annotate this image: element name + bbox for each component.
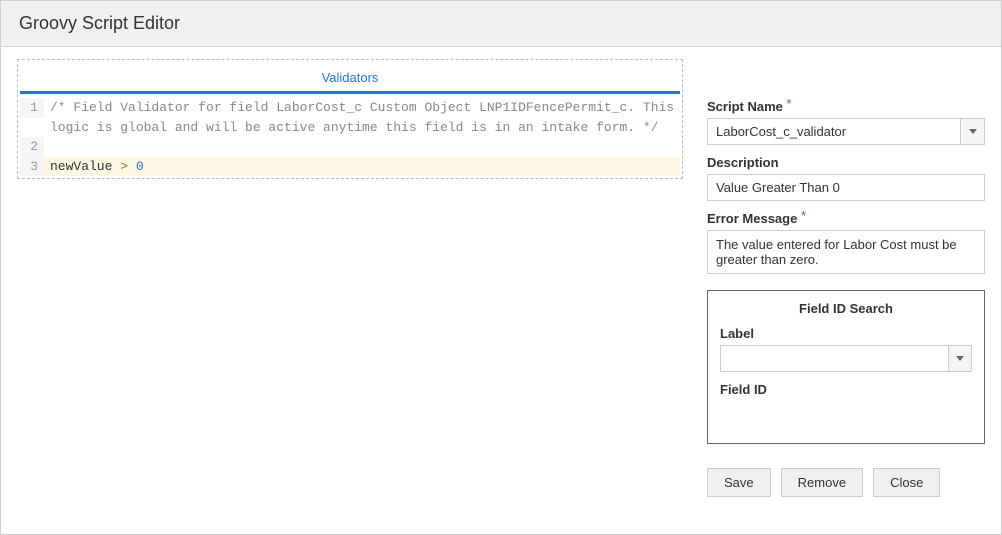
chevron-down-icon bbox=[956, 356, 964, 361]
field-id-search-title: Field ID Search bbox=[720, 301, 972, 316]
gutter-3: 3 bbox=[20, 157, 44, 177]
close-button[interactable]: Close bbox=[873, 468, 940, 497]
window-body: Validators 1 /* Field Validator for fiel… bbox=[1, 47, 1001, 534]
code-line-3: 3 newValue > 0 bbox=[20, 157, 680, 177]
field-id-search-box: Field ID Search Label Field ID bbox=[707, 290, 985, 444]
code-line-2: 2 bbox=[20, 137, 680, 157]
error-message-label-text: Error Message bbox=[707, 211, 797, 226]
label-dropdown-button[interactable] bbox=[949, 345, 972, 372]
error-message-label: Error Message * bbox=[707, 211, 985, 226]
description-input[interactable] bbox=[707, 174, 985, 201]
remove-button[interactable]: Remove bbox=[781, 468, 863, 497]
left-panel: Validators 1 /* Field Validator for fiel… bbox=[17, 59, 683, 518]
tok-num: 0 bbox=[136, 159, 144, 174]
error-message-value[interactable]: The value entered for Labor Cost must be… bbox=[707, 230, 985, 274]
tok-id: newValue bbox=[50, 159, 112, 174]
right-panel: Script Name * Description Error Message … bbox=[707, 59, 985, 518]
script-name-label-text: Script Name bbox=[707, 99, 783, 114]
description-label: Description bbox=[707, 155, 985, 170]
label-group: Label bbox=[720, 326, 972, 372]
required-star-icon: * bbox=[787, 96, 792, 111]
editor-window: Groovy Script Editor Validators 1 /* Fie… bbox=[0, 0, 1002, 535]
field-id-value bbox=[720, 401, 972, 425]
code-editor[interactable]: 1 /* Field Validator for field LaborCost… bbox=[20, 98, 680, 176]
field-id-label: Field ID bbox=[720, 382, 972, 397]
code-line-1: 1 /* Field Validator for field LaborCost… bbox=[20, 98, 680, 137]
label-input[interactable] bbox=[720, 345, 949, 372]
window-title: Groovy Script Editor bbox=[19, 13, 983, 34]
gutter-1: 1 bbox=[20, 98, 44, 118]
error-message-group: Error Message * The value entered for La… bbox=[707, 211, 985, 274]
tab-validators[interactable]: Validators bbox=[20, 62, 680, 94]
chevron-down-icon bbox=[969, 129, 977, 134]
script-name-input[interactable] bbox=[707, 118, 961, 145]
code-content-1: /* Field Validator for field LaborCost_c… bbox=[44, 98, 680, 137]
script-name-label: Script Name * bbox=[707, 99, 985, 114]
tok-op: > bbox=[120, 159, 128, 174]
label-label: Label bbox=[720, 326, 972, 341]
script-name-group: Script Name * bbox=[707, 99, 985, 145]
field-id-group: Field ID bbox=[720, 382, 972, 425]
description-group: Description bbox=[707, 155, 985, 201]
save-button[interactable]: Save bbox=[707, 468, 771, 497]
script-name-wrapper bbox=[707, 118, 985, 145]
label-input-wrapper bbox=[720, 345, 972, 372]
tab-container: Validators 1 /* Field Validator for fiel… bbox=[17, 59, 683, 179]
tab-validators-label: Validators bbox=[322, 70, 379, 85]
button-row: Save Remove Close bbox=[707, 468, 985, 497]
window-header: Groovy Script Editor bbox=[1, 1, 1001, 47]
code-content-3: newValue > 0 bbox=[44, 157, 680, 177]
required-star-icon: * bbox=[801, 208, 806, 223]
gutter-2: 2 bbox=[20, 137, 44, 157]
script-name-dropdown-button[interactable] bbox=[961, 118, 985, 145]
